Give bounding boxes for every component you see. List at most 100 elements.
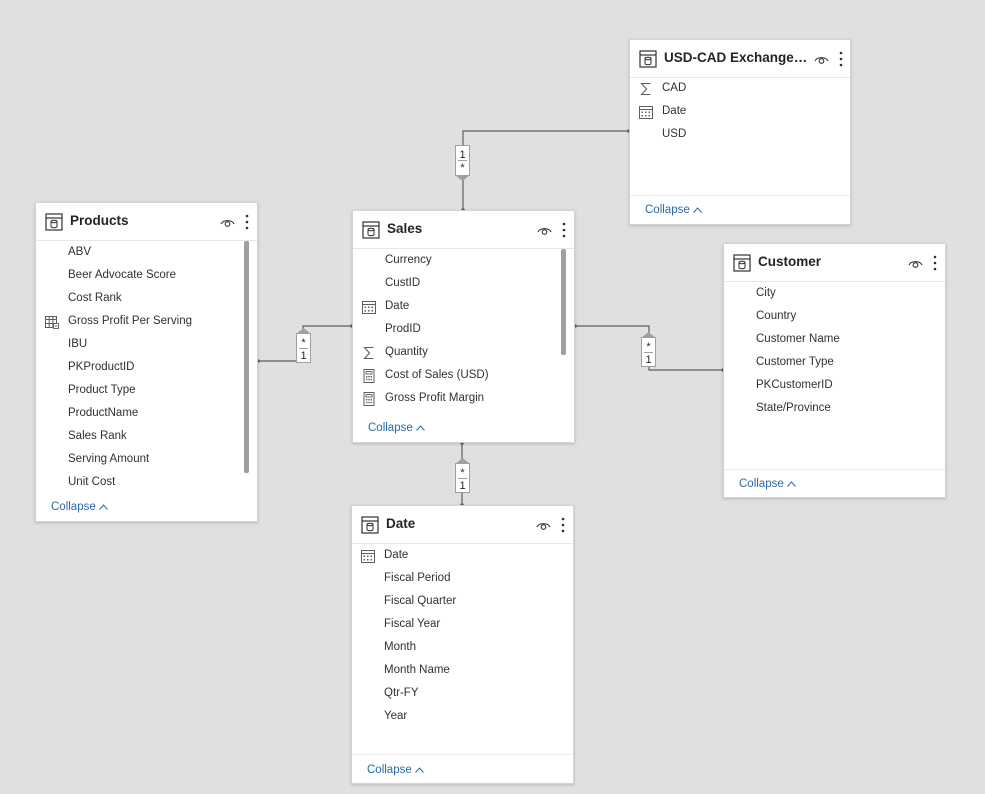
table-card-date[interactable]: Date Date Fiscal Period Fiscal Quarter Fisc… — [351, 505, 574, 784]
field-row[interactable]: City — [724, 283, 924, 305]
card-title: USD-CAD Exchange R... — [664, 50, 809, 65]
field-row[interactable]: Customer Name — [724, 329, 924, 351]
field-row[interactable]: Date — [353, 296, 553, 318]
field-name: Year — [384, 710, 408, 722]
table-card-usdcad[interactable]: USD-CAD Exchange R... CAD Date USD Collaps… — [629, 39, 851, 225]
field-row[interactable]: Fiscal Period — [352, 568, 552, 590]
collapse-link[interactable]: Collapse — [51, 501, 108, 513]
line-usdcad-sales — [462, 130, 629, 210]
field-row[interactable]: Cost Rank — [36, 288, 236, 310]
card-title: Products — [70, 213, 129, 228]
field-name: Cost Rank — [68, 292, 122, 304]
model-canvas[interactable]: 1 * * 1 * 1 * 1 Products ABV Beer Advocat… — [0, 0, 985, 794]
field-row[interactable]: CAD — [630, 78, 830, 100]
more-options-icon[interactable] — [559, 516, 567, 534]
field-row[interactable]: Qtr-FY — [352, 683, 552, 705]
card-title: Date — [386, 516, 416, 531]
field-row[interactable]: Year — [352, 706, 552, 728]
cardinality-many: * — [460, 162, 465, 174]
table-card-sales[interactable]: Sales Currency CustID Date ProdID Quantity Co… — [352, 210, 575, 443]
field-row[interactable]: Date — [630, 101, 830, 123]
field-row[interactable]: Cost of Sales (USD) — [353, 365, 553, 387]
field-name: Sales Rank — [68, 430, 127, 442]
chevron-up-icon — [692, 207, 702, 213]
calendar-icon — [362, 300, 376, 314]
field-name: PKCustomerID — [756, 379, 833, 391]
table-card-products[interactable]: Products ABV Beer Advocate Score Cost Rank… — [35, 202, 258, 522]
field-row[interactable]: PKCustomerID — [724, 375, 924, 397]
field-row[interactable]: Fiscal Year — [352, 614, 552, 636]
field-row[interactable]: State/Province — [724, 398, 924, 420]
cardinality-badge-sales-date[interactable]: * 1 — [455, 463, 470, 493]
field-row[interactable]: Currency — [353, 250, 553, 272]
field-row[interactable]: IBU — [36, 334, 236, 356]
collapse-link[interactable]: Collapse — [739, 478, 796, 490]
scrollbar[interactable] — [244, 241, 249, 473]
field-row[interactable]: Date — [352, 545, 552, 567]
card-header[interactable]: Customer — [724, 244, 945, 282]
chevron-up-icon — [415, 425, 425, 431]
field-row[interactable]: Product Type — [36, 380, 236, 402]
field-row[interactable]: ABV — [36, 242, 236, 264]
collapse-link[interactable]: Collapse — [645, 204, 702, 216]
field-row[interactable]: Unit Cost — [36, 472, 236, 494]
eye-icon[interactable] — [536, 519, 551, 531]
collapse-label: Collapse — [51, 501, 96, 513]
field-row[interactable]: Serving Amount — [36, 449, 236, 471]
card-header[interactable]: Date — [352, 506, 573, 544]
field-row[interactable]: Month — [352, 637, 552, 659]
chevron-up-icon — [98, 504, 108, 510]
field-row[interactable]: Beer Advocate Score — [36, 265, 236, 287]
scrollbar[interactable] — [561, 249, 566, 355]
card-header[interactable]: USD-CAD Exchange R... — [630, 40, 850, 78]
field-name: CustID — [385, 277, 421, 289]
field-list[interactable]: Currency CustID Date ProdID Quantity Cost of … — [353, 211, 558, 416]
collapse-link[interactable]: Collapse — [367, 764, 424, 776]
field-name: Product Type — [68, 384, 136, 396]
field-name: ABV — [68, 246, 92, 258]
collapse-label: Collapse — [739, 478, 784, 490]
cardinality-badge-usdcad-sales[interactable]: 1 * — [455, 145, 470, 176]
eye-icon[interactable] — [814, 53, 829, 65]
cardinality-badge-sales-customer[interactable]: * 1 — [641, 337, 656, 367]
field-row[interactable]: Fiscal Quarter — [352, 591, 552, 613]
calculated-column-icon — [45, 315, 59, 329]
table-card-customer[interactable]: Customer City Country Customer Name Custome… — [723, 243, 946, 498]
field-row[interactable]: Month Name — [352, 660, 552, 682]
field-row[interactable]: Customer Type — [724, 352, 924, 374]
badge-divider — [644, 352, 653, 353]
field-name: State/Province — [756, 402, 831, 414]
field-row[interactable]: CustID — [353, 273, 553, 295]
field-row[interactable]: Quantity — [353, 342, 553, 364]
field-row[interactable]: Sales Rank — [36, 426, 236, 448]
table-icon — [639, 50, 657, 68]
more-options-icon[interactable] — [837, 50, 845, 68]
badge-divider — [458, 478, 467, 479]
cardinality-badge-products-sales[interactable]: * 1 — [296, 333, 311, 363]
more-options-icon[interactable] — [560, 221, 568, 239]
field-name: ProdID — [385, 323, 421, 335]
eye-icon[interactable] — [220, 216, 235, 228]
calculator-icon — [362, 369, 376, 383]
field-name: Date — [662, 105, 687, 117]
badge-divider — [458, 160, 467, 161]
card-header[interactable]: Products — [36, 203, 257, 241]
more-options-icon[interactable] — [931, 254, 939, 272]
field-row[interactable]: USD — [630, 124, 830, 146]
collapse-link[interactable]: Collapse — [368, 422, 425, 434]
sigma-icon — [639, 82, 653, 96]
more-options-icon[interactable] — [243, 213, 251, 231]
field-row[interactable]: PKProductID — [36, 357, 236, 379]
field-row[interactable]: Country — [724, 306, 924, 328]
field-name: Date — [384, 549, 409, 561]
field-row[interactable]: Gross Profit Per Serving — [36, 311, 236, 333]
eye-icon[interactable] — [908, 257, 923, 269]
field-row[interactable]: ProductName — [36, 403, 236, 425]
field-name: Country — [756, 310, 797, 322]
field-name: USD — [662, 128, 687, 140]
field-name: Month Name — [384, 664, 450, 676]
field-row[interactable]: Gross Profit Margin — [353, 388, 553, 410]
field-name: Customer Name — [756, 333, 840, 345]
field-name: Customer Type — [756, 356, 834, 368]
field-row[interactable]: ProdID — [353, 319, 553, 341]
